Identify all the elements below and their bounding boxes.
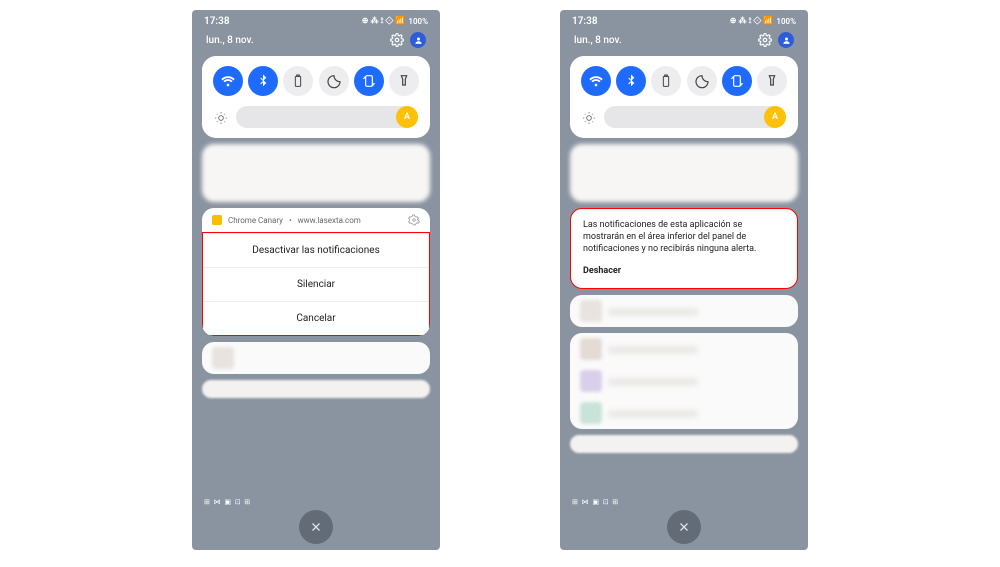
battery-toggle[interactable] — [651, 66, 681, 96]
auto-brightness-toggle[interactable]: A — [764, 106, 786, 128]
chrome-canary-icon — [212, 215, 222, 225]
undo-button[interactable]: Deshacer — [583, 265, 621, 277]
menu-app-name: Chrome Canary — [228, 216, 283, 225]
settings-icon[interactable] — [758, 33, 772, 47]
flashlight-toggle[interactable] — [757, 66, 787, 96]
auto-brightness-toggle[interactable]: A — [396, 106, 418, 128]
statusbar: 17:38 ⊕ ⁂ ⟟ ⟐ 📶 100% — [192, 10, 440, 32]
status-date: lun., 8 nov. — [206, 35, 254, 46]
blurred-notification — [570, 295, 798, 327]
status-date: lun., 8 nov. — [574, 35, 622, 46]
status-time: 17:38 — [572, 16, 598, 27]
notification-settings-icon[interactable] — [408, 214, 420, 226]
status-battery: 100% — [776, 17, 796, 26]
footer-app-icons: ⊞ ⋈ ▣ ⊡ ⊞ — [204, 498, 251, 506]
status-indicators: ⊕ ⁂ ⟟ ⟐ 📶 — [730, 16, 774, 26]
blurred-notification — [570, 144, 798, 202]
blurred-row — [202, 380, 430, 398]
snackbar-info: Las notificaciones de esta aplicación se… — [570, 208, 798, 289]
phone-right: 17:38 ⊕ ⁂ ⟟ ⟐ 📶 100% lun., 8 nov. — [560, 10, 808, 550]
disable-notifications-button[interactable]: Desactivar las notificaciones — [203, 233, 429, 267]
brightness-slider[interactable]: A — [578, 106, 790, 128]
dateline: lun., 8 nov. — [560, 32, 808, 52]
account-avatar[interactable] — [778, 32, 794, 48]
dateline: lun., 8 nov. — [192, 32, 440, 52]
dnd-toggle[interactable] — [319, 66, 349, 96]
snackbar-text: Las notificaciones de esta aplicación se… — [583, 219, 785, 255]
settings-icon[interactable] — [390, 33, 404, 47]
highlighted-menu: Desactivar las notificaciones Silenciar … — [202, 232, 430, 336]
blurred-notification — [202, 342, 430, 374]
brightness-icon — [582, 110, 596, 124]
status-battery: 100% — [408, 17, 428, 26]
blurred-row — [570, 435, 798, 453]
menu-site: www.lasexta.com — [298, 216, 361, 225]
status-time: 17:38 — [204, 16, 230, 27]
flashlight-toggle[interactable] — [389, 66, 419, 96]
battery-toggle[interactable] — [283, 66, 313, 96]
account-avatar[interactable] — [410, 32, 426, 48]
clear-all-button[interactable] — [667, 510, 701, 544]
dnd-toggle[interactable] — [687, 66, 717, 96]
blurred-notification — [202, 144, 430, 202]
phone-left: 17:38 ⊕ ⁂ ⟟ ⟐ 📶 100% lun., 8 nov. — [192, 10, 440, 550]
footer-app-icons: ⊞ ⋈ ▣ ⊡ ⊞ — [572, 498, 619, 506]
brightness-icon — [214, 110, 228, 124]
brightness-track[interactable]: A — [604, 106, 786, 128]
rotation-toggle[interactable] — [354, 66, 384, 96]
bluetooth-toggle[interactable] — [248, 66, 278, 96]
brightness-slider[interactable]: A — [210, 106, 422, 128]
wifi-toggle[interactable] — [581, 66, 611, 96]
wifi-toggle[interactable] — [213, 66, 243, 96]
cancel-button[interactable]: Cancelar — [203, 301, 429, 335]
brightness-track[interactable]: A — [236, 106, 418, 128]
clear-all-button[interactable] — [299, 510, 333, 544]
quick-settings-panel: A — [202, 56, 430, 138]
silence-button[interactable]: Silenciar — [203, 267, 429, 301]
notification-menu-card: Chrome Canary • www.lasexta.com Desactiv… — [202, 208, 430, 336]
quick-settings-panel: A — [570, 56, 798, 138]
rotation-toggle[interactable] — [722, 66, 752, 96]
statusbar: 17:38 ⊕ ⁂ ⟟ ⟐ 📶 100% — [560, 10, 808, 32]
blurred-notification — [570, 333, 798, 429]
status-indicators: ⊕ ⁂ ⟟ ⟐ 📶 — [362, 16, 406, 26]
bluetooth-toggle[interactable] — [616, 66, 646, 96]
